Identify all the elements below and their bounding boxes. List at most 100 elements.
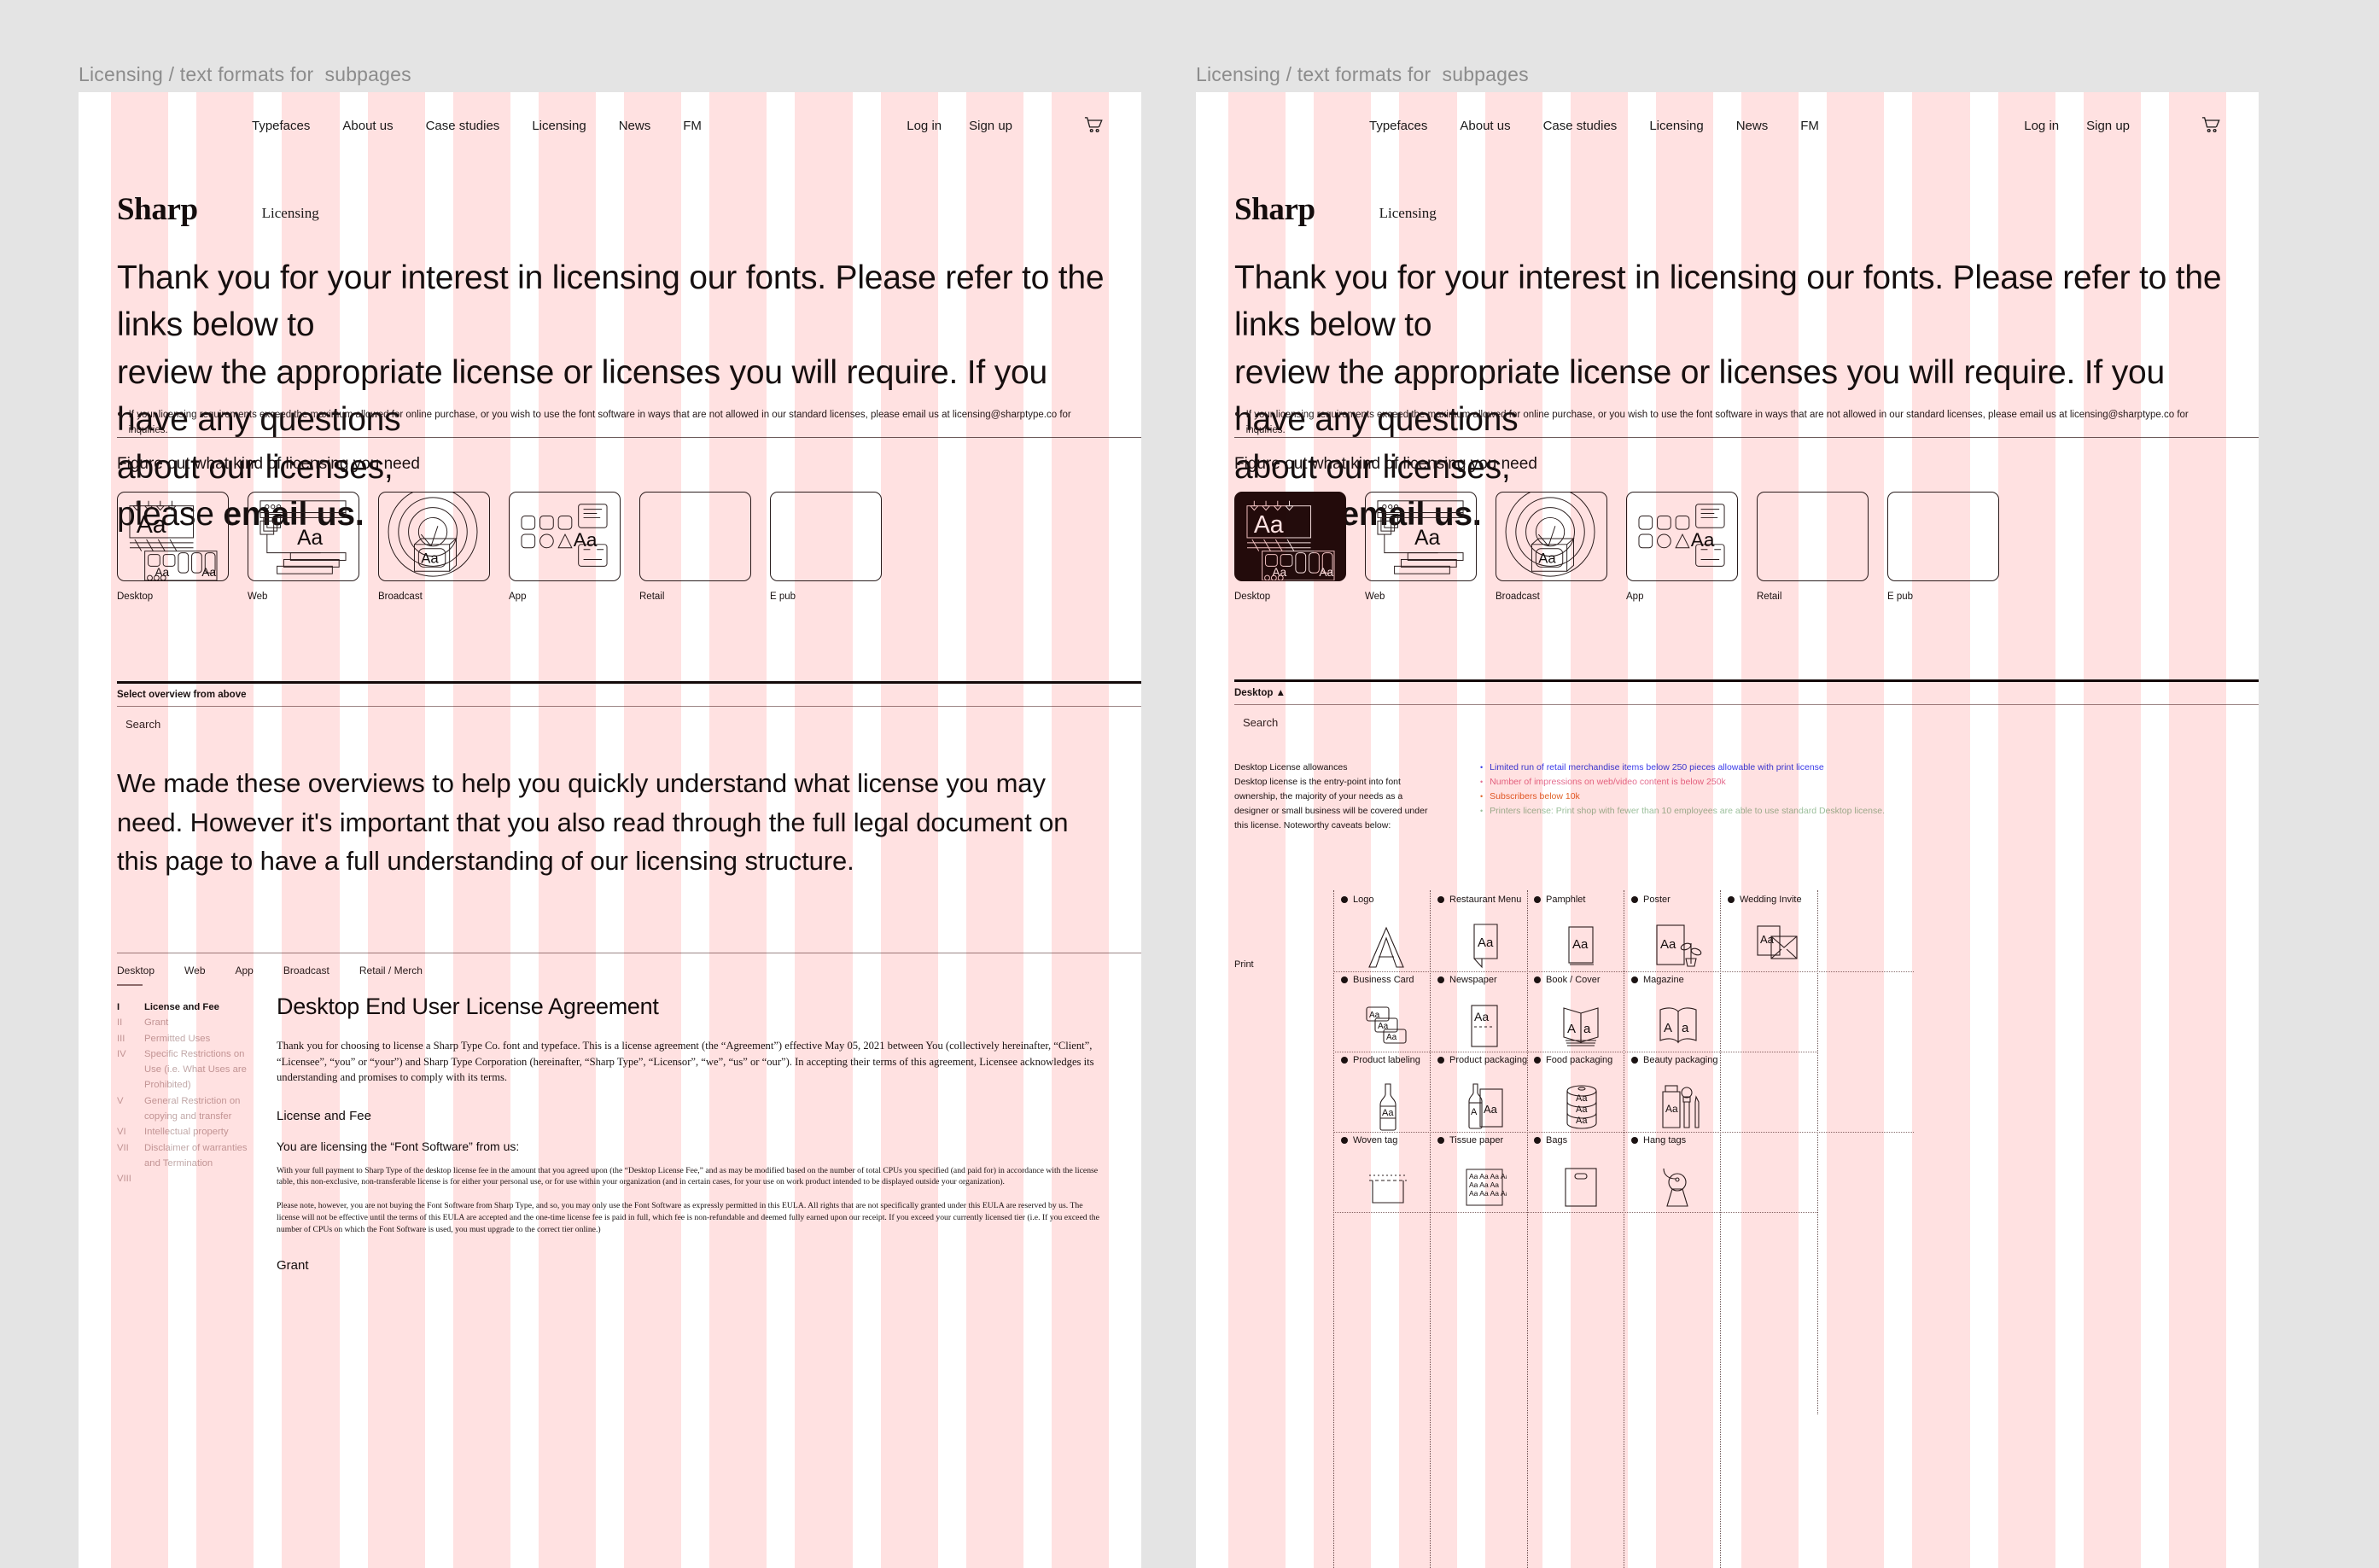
svg-text:Aa: Aa [1760, 933, 1775, 946]
pamphlet-icon: Aa [1534, 913, 1628, 980]
use-case-book-cover[interactable]: Book / Cover A a [1534, 975, 1628, 1046]
toc-item[interactable]: I License and Fee [117, 1000, 262, 1015]
tab-retail-merch[interactable]: Retail / Merch [359, 965, 423, 986]
use-case-magazine[interactable]: Magazine A a [1631, 975, 1725, 1044]
use-case-woven-tag[interactable]: Woven tag [1341, 1135, 1435, 1204]
login-link[interactable]: Log in [907, 119, 942, 133]
business-card-icon: Aa Aa Aa [1341, 994, 1435, 1060]
tab-desktop[interactable]: Desktop [117, 965, 155, 986]
toc-item[interactable]: VIII [117, 1171, 262, 1186]
svg-text:Aa: Aa [574, 529, 598, 551]
license-card-app[interactable]: Aa App [509, 492, 621, 602]
bullet-icon [1437, 976, 1444, 983]
toc-label: Disclaimer of warranties and Termination [144, 1142, 248, 1169]
epub-license-icon[interactable] [770, 492, 882, 581]
tab-broadcast[interactable]: Broadcast [283, 965, 329, 986]
use-case-product-packaging[interactable]: Product packaging A Aa [1437, 1055, 1533, 1129]
tab-app[interactable]: App [236, 965, 254, 986]
bullet-icon [1631, 976, 1638, 983]
svg-text:Aa: Aa [1382, 1108, 1394, 1118]
svg-text:Aa: Aa [1576, 1105, 1588, 1115]
use-case-label: Bags [1546, 1135, 1568, 1145]
use-case-bags[interactable]: Bags [1534, 1135, 1628, 1207]
license-card-broadcast[interactable]: Aa Broadcast [378, 492, 490, 602]
brand-logo[interactable]: Sharp [117, 191, 198, 228]
license-card-retail[interactable]: Retail [639, 492, 751, 602]
toc-number: V [117, 1095, 124, 1106]
nav-item-news[interactable]: News [619, 119, 651, 133]
use-case-label: Business Card [1353, 975, 1414, 985]
svg-text:Aa: Aa [1572, 937, 1589, 952]
eula-tabs: Desktop Web App Broadcast Retail / Merch [117, 965, 1141, 986]
book-cover-icon: A a [1534, 994, 1628, 1060]
nav-item-case-studies[interactable]: Case studies [426, 119, 500, 133]
woven-tag-icon [1341, 1154, 1435, 1221]
beauty-package-icon: Aa [1631, 1074, 1732, 1140]
search-input[interactable]: Search [117, 718, 160, 731]
toc-label: Specific Restrictions on Use (i.e. What … [144, 1048, 247, 1091]
use-case-pamphlet[interactable]: Pamphlet Aa [1534, 895, 1628, 965]
select-overview-label[interactable]: Select overview from above [117, 690, 1141, 700]
artboard-left-default-state: Typefaces About us Case studies Licensin… [79, 92, 1141, 1568]
toc-item[interactable]: II Grant [117, 1015, 262, 1030]
bullet-icon [1534, 1057, 1541, 1064]
use-case-label: Beauty packaging [1643, 1055, 1718, 1065]
retail-license-icon[interactable] [639, 492, 751, 581]
bullet-icon [1341, 976, 1348, 983]
license-card-label: Broadcast [378, 592, 423, 602]
divider-bold [117, 681, 1141, 684]
license-card-epub[interactable]: E pub [770, 492, 882, 602]
use-case-tissue-paper[interactable]: Tissue paper Aa Aa Aa Aa Aa Aa Aa Aa Aa … [1437, 1135, 1531, 1206]
use-case-food-packaging[interactable]: Food packaging Aa Aa Aa [1534, 1055, 1630, 1129]
use-case-restaurant-menu[interactable]: Restaurant Menu Aa [1437, 895, 1531, 969]
toc-item[interactable]: III Permitted Uses [117, 1031, 262, 1046]
eula-paragraph-1: With your full payment to Sharp Type of … [277, 1165, 1099, 1187]
magazine-icon: A a [1631, 994, 1725, 1060]
tab-web[interactable]: Web [184, 965, 205, 986]
divider-rule [117, 437, 1141, 438]
eula-paragraph-2: Please note, however, you are not buying… [277, 1201, 1099, 1234]
use-case-label: Book / Cover [1546, 975, 1601, 985]
shopping-cart-icon[interactable] [1084, 117, 1103, 134]
broadcast-license-icon[interactable]: Aa [378, 492, 490, 581]
toc-item[interactable]: VI Intellectual property [117, 1124, 262, 1140]
nav-item-licensing[interactable]: Licensing [532, 119, 586, 133]
use-case-wedding-invite[interactable]: Wedding Invite Aa [1728, 895, 1826, 959]
licensing-note: ● If your licensing requirements exceed … [117, 408, 1090, 439]
use-case-label: Wedding Invite [1740, 895, 1802, 905]
use-case-poster[interactable]: Poster Aa [1631, 895, 1725, 967]
use-case-beauty-packaging[interactable]: Beauty packaging Aa [1631, 1055, 1732, 1128]
nav-item-typefaces[interactable]: Typefaces [252, 119, 310, 133]
license-card-label: Web [248, 592, 268, 602]
signup-link[interactable]: Sign up [969, 119, 1012, 133]
use-case-hang-tags[interactable]: Hang tags [1631, 1135, 1725, 1207]
toc-item[interactable]: VII Disclaimer of warranties and Terminat… [117, 1140, 262, 1172]
bullet-icon [1631, 896, 1638, 903]
app-license-icon[interactable]: Aa [509, 492, 621, 581]
svg-text:Aa Aa Aa: Aa Aa Aa [1469, 1180, 1499, 1189]
toc-label: Permitted Uses [144, 1033, 211, 1044]
use-case-business-card[interactable]: Business Card Aa Aa Aa [1341, 975, 1435, 1044]
nav-item-about-us[interactable]: About us [342, 119, 393, 133]
svg-text:Aa: Aa [155, 566, 169, 579]
shopping-bag-icon [1534, 1154, 1628, 1221]
use-case-label: Hang tags [1643, 1135, 1687, 1145]
web-license-icon[interactable]: Aa [248, 492, 359, 581]
product-package-icon: A Aa [1437, 1074, 1533, 1140]
eula-heading-license-and-fee: License and Fee [277, 1108, 371, 1123]
use-case-newspaper[interactable]: Newspaper Aa [1437, 975, 1531, 1047]
eula-intro: Thank you for choosing to license a Shar… [277, 1040, 1094, 1083]
license-card-desktop[interactable]: Aa Aa Aa Desktop [117, 492, 229, 602]
svg-text:Aa: Aa [201, 566, 216, 579]
toc-item[interactable]: V General Restriction on copying and tran… [117, 1093, 262, 1125]
nav-item-fm[interactable]: FM [683, 119, 702, 133]
desktop-license-icon[interactable]: Aa Aa Aa [117, 492, 229, 581]
use-case-product-labeling[interactable]: Product labeling Aa [1341, 1055, 1435, 1131]
svg-text:Aa: Aa [1484, 1103, 1498, 1116]
bullet-icon [1631, 1057, 1638, 1064]
search-bar[interactable]: Search [117, 707, 1141, 741]
toc-item[interactable]: IV Specific Restrictions on Use (i.e. Wha… [117, 1046, 262, 1093]
bullet-icon [1341, 1137, 1348, 1144]
license-card-web[interactable]: Aa Web [248, 492, 359, 602]
use-case-logo[interactable]: Logo [1341, 895, 1431, 968]
